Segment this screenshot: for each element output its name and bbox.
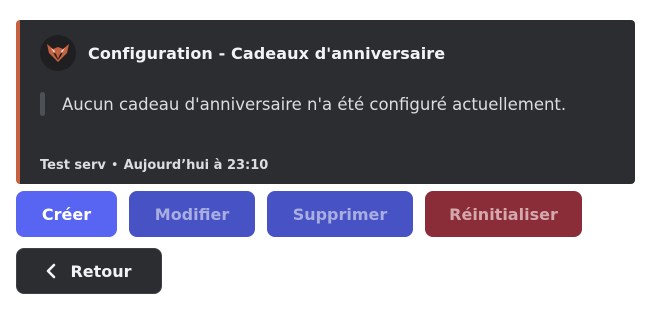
edit-button-label: Modifier <box>154 204 230 224</box>
footer-timestamp: Aujourd’hui à 23:10 <box>123 158 269 173</box>
embed-title: Configuration - Cadeaux d'anniversaire <box>88 43 446 63</box>
description-text: Aucun cadeau d'anniversaire n'a été conf… <box>62 94 567 114</box>
chevron-left-icon <box>46 263 56 279</box>
back-button[interactable]: Retour <box>16 248 162 294</box>
edit-button[interactable]: Modifier <box>129 191 255 237</box>
embed-description: Aucun cadeau d'anniversaire n'a été conf… <box>40 92 566 116</box>
embed-card: Configuration - Cadeaux d'anniversaire A… <box>16 20 635 184</box>
back-button-label: Retour <box>70 261 132 281</box>
reset-button[interactable]: Réinitialiser <box>425 191 582 237</box>
wolf-logo-icon <box>40 35 76 71</box>
delete-button[interactable]: Supprimer <box>267 191 413 237</box>
footer-server: Test serv <box>40 158 106 173</box>
quote-bar <box>40 92 45 116</box>
embed-footer: Test serv • Aujourd’hui à 23:10 <box>40 158 268 173</box>
reset-button-label: Réinitialiser <box>449 204 558 224</box>
delete-button-label: Supprimer <box>292 204 388 224</box>
create-button-label: Créer <box>41 204 92 224</box>
create-button[interactable]: Créer <box>16 191 117 237</box>
embed-author: Configuration - Cadeaux d'anniversaire <box>40 35 445 71</box>
footer-separator: • <box>110 158 119 173</box>
